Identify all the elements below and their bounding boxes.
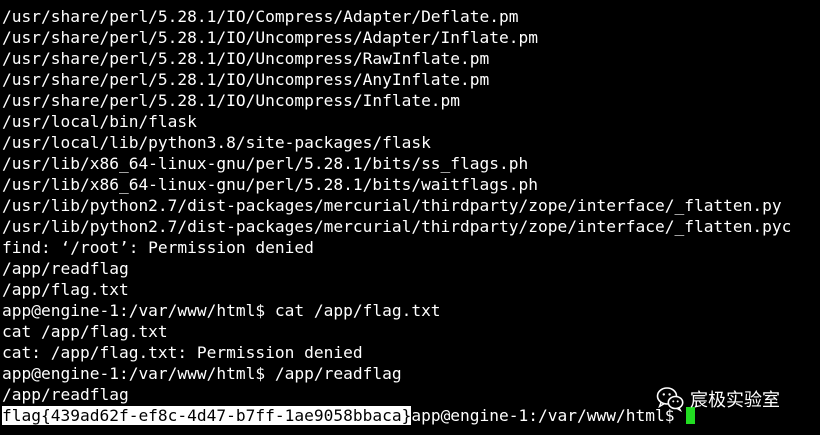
terminal-last-line: flag{439ad62f-ef8c-4d47-b7ff-1ae9058bbac… <box>2 405 696 426</box>
terminal-line: /app/flag.txt <box>2 280 129 299</box>
terminal-window[interactable]: /usr/share/perl/5.28.1/IO/Compress/Adapt… <box>0 0 820 435</box>
terminal-line: /usr/share/perl/5.28.1/IO/Uncompress/Inf… <box>2 91 461 110</box>
terminal-line: /usr/lib/x86_64-linux-gnu/perl/5.28.1/bi… <box>2 154 529 173</box>
terminal-line: /usr/lib/python2.7/dist-packages/mercuri… <box>2 217 792 236</box>
terminal-line: find: ‘/root’: Permission denied <box>2 238 314 257</box>
terminal-line: cat: /app/flag.txt: Permission denied <box>2 343 363 362</box>
shell-prompt: app@engine-1:/var/www/html$ <box>411 406 685 425</box>
terminal-line: /usr/share/perl/5.28.1/IO/Uncompress/Ada… <box>2 28 539 47</box>
flag-selection[interactable]: flag{439ad62f-ef8c-4d47-b7ff-1ae9058bbac… <box>2 406 412 425</box>
terminal-line: /usr/share/perl/5.28.1/IO/Uncompress/Any… <box>2 70 490 89</box>
terminal-line: cat /app/flag.txt <box>2 322 168 341</box>
terminal-line: /usr/local/bin/flask <box>2 112 197 131</box>
terminal-line: app@engine-1:/var/www/html$ cat /app/fla… <box>2 301 441 320</box>
watermark-text: 宸极实验室 <box>690 390 780 411</box>
terminal-line: /usr/lib/python2.7/dist-packages/mercuri… <box>2 196 782 215</box>
wechat-icon <box>656 387 684 412</box>
terminal-line: app@engine-1:/var/www/html$ /app/readfla… <box>2 364 402 383</box>
terminal-line: /usr/local/lib/python3.8/site-packages/f… <box>2 133 431 152</box>
terminal-line: /app/readflag <box>2 259 129 278</box>
terminal-line: /usr/share/perl/5.28.1/IO/Uncompress/Raw… <box>2 49 490 68</box>
terminal-line: /usr/lib/x86_64-linux-gnu/perl/5.28.1/bi… <box>2 175 539 194</box>
terminal-line: /usr/share/perl/5.28.1/IO/Compress/Adapt… <box>2 7 519 26</box>
terminal-line: /app/readflag <box>2 385 129 404</box>
watermark: 宸极实验室 <box>656 386 780 412</box>
